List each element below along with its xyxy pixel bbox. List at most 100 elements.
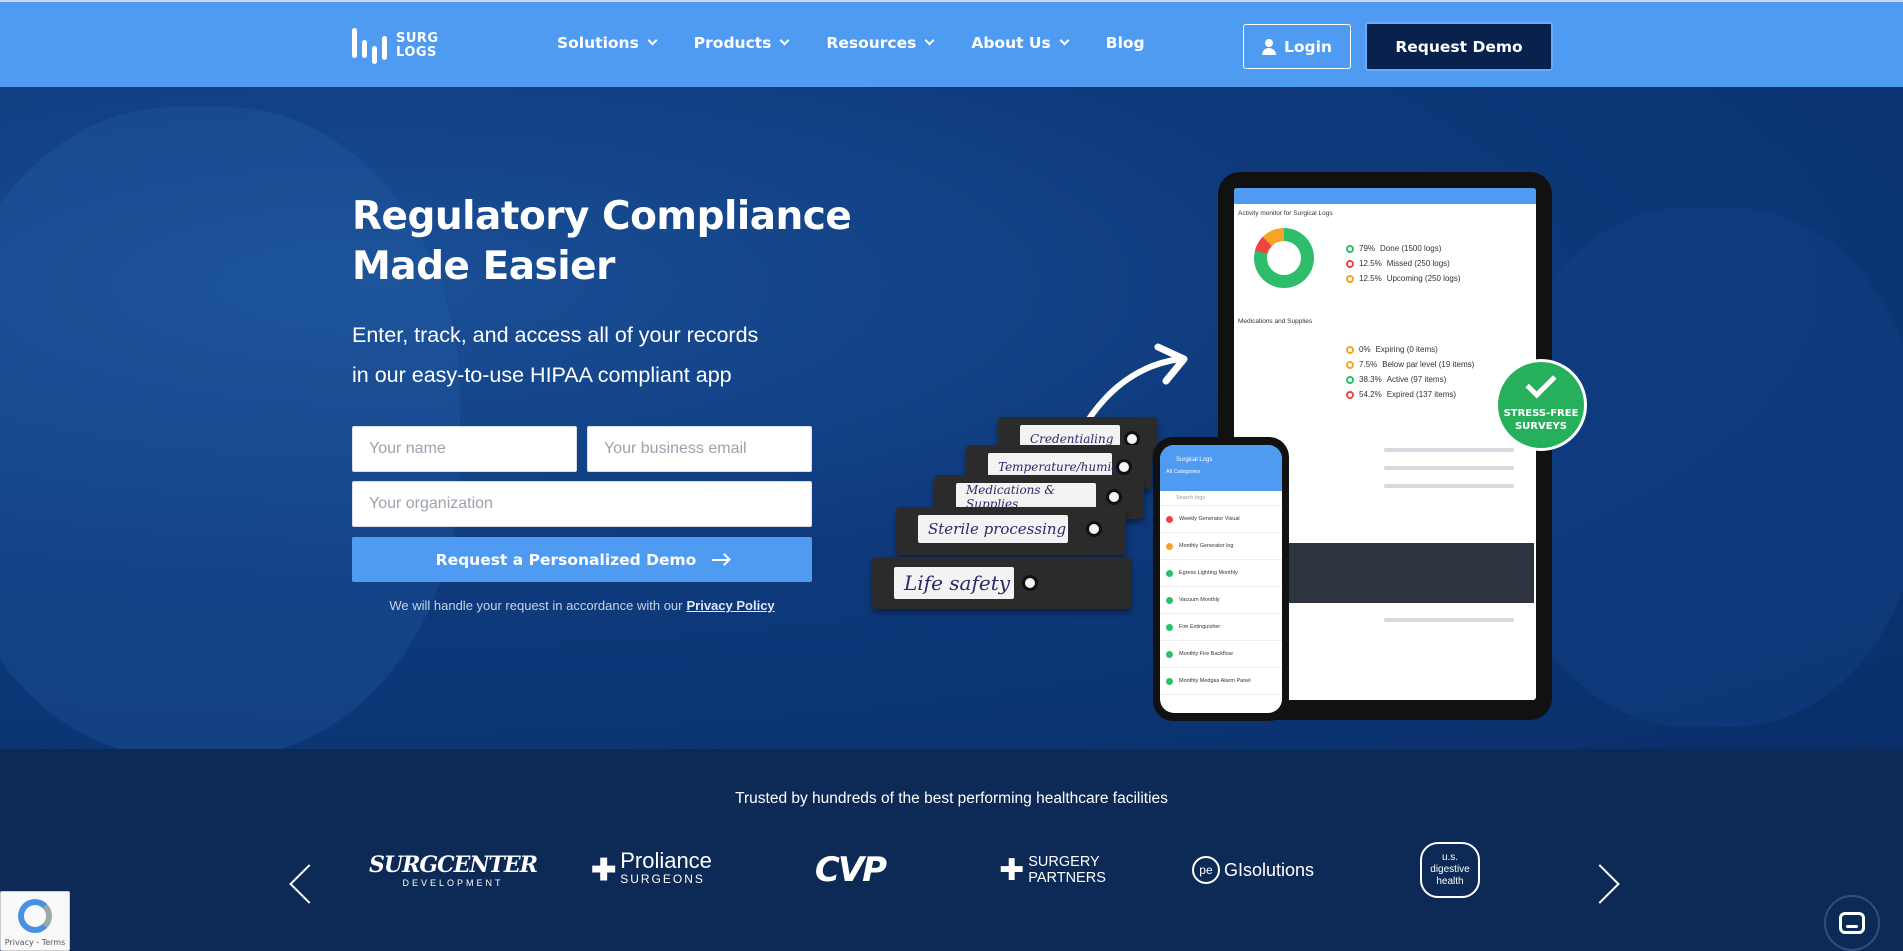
binder-label: Life safety — [894, 567, 1014, 599]
phone-search: Search logs — [1160, 491, 1282, 506]
status-dot-icon — [1166, 596, 1173, 604]
phone-list-item: Fire Extinguisher — [1160, 614, 1282, 641]
pe-circle-icon: pe — [1191, 856, 1220, 884]
status-dot-icon — [1166, 623, 1173, 631]
status-dot-icon — [1166, 569, 1173, 577]
hero-subtitle-line-1: Enter, track, and access all of your rec… — [352, 323, 759, 347]
badge-text: STRESS-FREE SURVEYS — [1504, 407, 1579, 433]
logo-text: SURG LOGS — [396, 32, 439, 60]
privacy-note-text: We will handle your request in accordanc… — [389, 598, 683, 613]
surgcenter-logo-text: SURGCENTER — [369, 852, 538, 878]
legend-pct: 7.5% — [1359, 360, 1378, 369]
tablet-row-placeholder — [1384, 448, 1514, 452]
request-personalized-demo-button[interactable]: Request a Personalized Demo — [352, 537, 812, 582]
phone-item-label: Monthly Generator log — [1179, 543, 1234, 549]
badge-line-1: STRESS-FREE — [1503, 408, 1579, 419]
badge-line-2: SURVEYS — [1514, 421, 1568, 432]
tablet-row-placeholder — [1384, 466, 1514, 470]
chat-widget-button[interactable] — [1824, 895, 1880, 951]
phone-category: All Categories — [1166, 469, 1201, 475]
nav-solutions[interactable]: Solutions — [557, 34, 658, 52]
legend-label: Upcoming (250 logs) — [1386, 274, 1461, 283]
proliance-logo: ✚ Proliance SURGEONS — [584, 845, 719, 895]
cvp-logo: CVP — [814, 850, 887, 890]
tablet-header-text: Activity monitor for Surgical Logs — [1238, 210, 1333, 217]
carousel-next-arrow-icon[interactable] — [1592, 860, 1622, 906]
legend-label: Done (1500 logs) — [1380, 244, 1442, 253]
submit-label: Request a Personalized Demo — [435, 550, 697, 569]
phone-title: Surgical Logs — [1176, 457, 1213, 463]
recaptcha-icon — [18, 899, 52, 933]
hero-section: Regulatory Compliance Made Easier Enter,… — [0, 87, 1903, 749]
status-ring-icon — [1346, 244, 1354, 253]
tablet-line-chart — [1274, 543, 1534, 603]
organization-input[interactable]: Your organization — [352, 481, 812, 527]
binder-ring-icon — [1022, 575, 1038, 591]
phone-item-label: Monthly Medgas Alarm Panel — [1179, 678, 1251, 684]
binder-ring-icon — [1086, 521, 1102, 537]
nav-resources[interactable]: Resources — [826, 34, 935, 52]
nav-about-us[interactable]: About Us — [971, 34, 1070, 52]
status-ring-icon — [1346, 345, 1354, 354]
gi-solutions-logo-text: GIsolutions — [1223, 859, 1315, 880]
legend-label: Active (97 items) — [1386, 375, 1447, 384]
legend-label: Missed (250 logs) — [1386, 259, 1450, 268]
legend-pct: 12.5% — [1359, 259, 1382, 268]
privacy-note: We will handle your request in accordanc… — [352, 598, 812, 613]
surgcenter-logo-subtext: DEVELOPMENT — [402, 878, 504, 888]
business-email-input[interactable]: Your business email — [587, 426, 812, 472]
recaptcha-badge[interactable]: Privacy - Terms — [0, 891, 70, 951]
proliance-logo-subtext: SURGEONS — [620, 872, 705, 886]
tablet-row-placeholder — [1384, 484, 1514, 488]
recaptcha-links[interactable]: Privacy - Terms — [5, 938, 66, 947]
logo-line-2: LOGS — [396, 45, 437, 60]
nav-products[interactable]: Products — [694, 34, 790, 52]
tablet-row-placeholder — [1384, 618, 1514, 622]
status-dot-icon — [1166, 515, 1173, 523]
us-digestive-health-logo: u.s. digestive health — [1420, 842, 1480, 898]
stress-free-surveys-badge: STRESS-FREE SURVEYS — [1495, 359, 1587, 451]
surgery-partners-cross-icon: ✚ — [999, 853, 1025, 887]
name-input[interactable]: Your name — [352, 426, 577, 472]
privacy-policy-link[interactable]: Privacy Policy — [686, 598, 774, 613]
nav-blog[interactable]: Blog — [1106, 34, 1145, 52]
tablet-topbar — [1234, 188, 1536, 204]
legend-pct: 12.5% — [1359, 274, 1382, 283]
trusted-by-section — [0, 749, 1903, 951]
phone-item-label: Egress Lighting Monthly — [1179, 570, 1238, 576]
chevron-down-icon — [924, 35, 935, 46]
phone-item-label: Fire Extinguisher — [1179, 624, 1221, 630]
chat-bubble-icon — [1839, 912, 1865, 934]
status-dot-icon — [1166, 677, 1173, 685]
request-demo-label: Request Demo — [1395, 37, 1523, 56]
site-header: SURG LOGS Solutions Products Resources A… — [0, 0, 1903, 87]
hero-subtitle: Enter, track, and access all of your rec… — [352, 315, 852, 395]
checkmark-icon — [1525, 367, 1557, 399]
carousel-prev-arrow-icon[interactable] — [285, 860, 315, 906]
compliance-donut-chart — [1254, 228, 1314, 288]
nav-blog-label: Blog — [1105, 34, 1145, 52]
login-button[interactable]: Login — [1243, 24, 1351, 69]
binder-label: Sterile processing — [918, 515, 1068, 543]
logo-mark-icon — [352, 26, 396, 66]
tablet-section-title: Medications and Supplies — [1238, 318, 1313, 325]
logo-line-1: SURG — [396, 31, 439, 46]
chevron-down-icon — [647, 35, 658, 46]
surgery-partners-logo: ✚ SURGERY PARTNERS — [995, 845, 1110, 895]
status-ring-icon — [1346, 360, 1354, 369]
phone-list-item: Monthly Fire Backflow — [1160, 641, 1282, 668]
phone-item-label: Weekly Generator Visual — [1179, 516, 1240, 522]
binder-sterile-processing: Sterile processing — [896, 507, 1126, 555]
legend-pct: 79% — [1359, 244, 1376, 253]
request-demo-button[interactable]: Request Demo — [1365, 22, 1553, 71]
chevron-down-icon — [1059, 35, 1070, 46]
phone-list-item: Vacuum Monthly — [1160, 587, 1282, 614]
binder-ring-icon — [1106, 489, 1122, 505]
main-nav: Solutions Products Resources About Us Bl… — [557, 34, 1183, 52]
status-dot-icon — [1166, 542, 1173, 550]
hero-title: Regulatory Compliance Made Easier — [352, 192, 912, 292]
legend-row: 12.5% Missed (250 logs) — [1346, 259, 1450, 268]
surglogs-logo[interactable]: SURG LOGS — [352, 26, 452, 66]
hero-title-line-1: Regulatory Compliance — [352, 194, 852, 239]
nav-solutions-label: Solutions — [557, 34, 639, 52]
